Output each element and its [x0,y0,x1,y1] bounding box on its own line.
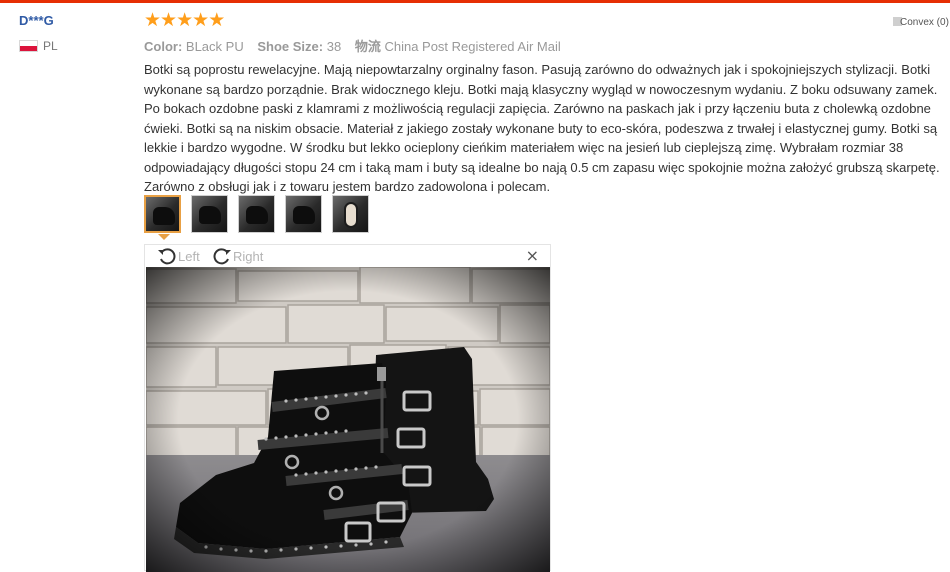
review-photo-thumbnails [144,195,379,233]
rotate-right-button[interactable]: Right [211,246,263,266]
helpful-vote[interactable]: Convex (0) [893,17,949,28]
star-icon: ★ [208,9,226,31]
star-icon: ★ [160,9,178,31]
photo-thumbnail-4[interactable] [285,195,322,233]
top-accent-line [0,0,950,3]
star-icon: ★ [144,9,162,31]
reviewer-country: PL [19,39,58,53]
shoe-size-value: 38 [326,39,342,54]
star-icon: ★ [176,9,194,31]
order-attributes: Color: BLack PU Shoe Size: 38 物流 China P… [144,36,571,55]
country-code: PL [43,39,58,53]
rotate-right-label[interactable]: Right [233,249,263,264]
rotate-right-icon [213,248,231,265]
photo-thumbnail-1[interactable] [144,195,181,233]
review-body: Botki są poprostu rewelacyjne. Mają niep… [144,62,940,194]
boot-photo-icon [153,207,175,225]
close-viewer-icon[interactable]: × [526,247,539,265]
photo-thumbnail-5[interactable] [332,195,369,233]
reviewer-name[interactable]: D***G [19,13,54,28]
review-photo [146,267,550,572]
photo-thumbnail-2[interactable] [191,195,228,233]
viewer-toolbar: Left Right × [145,245,550,267]
boot-photo-icon [199,206,221,224]
rotate-left-button[interactable]: Left [156,246,200,266]
logistics-value: China Post Registered Air Mail [384,39,561,54]
poland-flag-icon [19,40,38,52]
rotate-left-icon [158,248,176,265]
active-thumbnail-caret [158,234,170,240]
boot-photo-icon [246,206,268,224]
sole-photo-icon [344,202,358,228]
boot-photo-image [146,267,550,572]
star-icon: ★ [192,9,210,31]
logistics-label: 物流 [354,39,381,54]
photo-viewer: Left Right × [144,244,551,572]
photo-thumbnail-3[interactable] [238,195,275,233]
helpful-count-label[interactable]: Convex (0) [900,17,949,28]
color-value: BLack PU [185,39,244,54]
star-rating: ★ ★ ★ ★ ★ [144,9,226,31]
rotate-left-label[interactable]: Left [178,249,200,264]
color-label: Color: [144,39,183,54]
boot-photo-icon [293,206,315,224]
shoe-size-label: Shoe Size: [257,39,324,54]
